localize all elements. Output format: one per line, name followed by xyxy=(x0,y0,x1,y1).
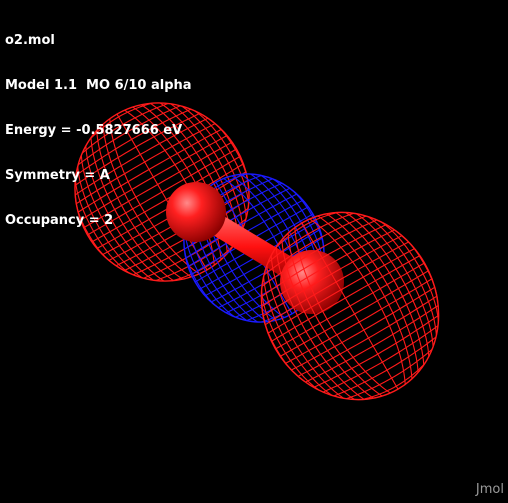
symmetry-label: Symmetry = A xyxy=(5,168,110,183)
occupancy-label: Occupancy = 2 xyxy=(5,213,114,228)
positive-lobe-right xyxy=(260,211,440,401)
energy-label: Energy = -0.5827666 eV xyxy=(5,123,183,138)
model-orbital-label: Model 1.1 MO 6/10 alpha xyxy=(5,78,192,93)
molecule-viewer-canvas[interactable]: o2.mol Model 1.1 MO 6/10 alpha Energy = … xyxy=(0,0,508,499)
o2-molecule xyxy=(166,182,344,314)
jmol-watermark: Jmol xyxy=(475,482,504,497)
file-name: o2.mol xyxy=(5,33,55,48)
model-info-overlay: o2.mol Model 1.1 MO 6/10 alpha Energy = … xyxy=(5,3,192,258)
